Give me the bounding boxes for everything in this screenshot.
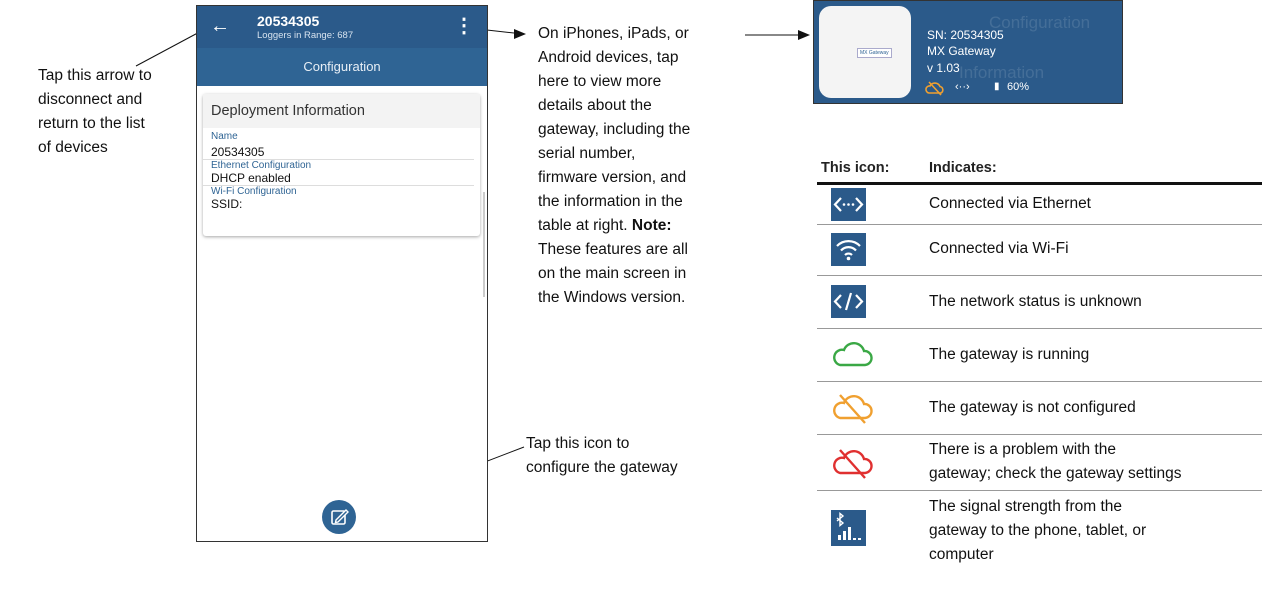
callout-line: These features are all bbox=[538, 241, 688, 258]
note-label: Note: bbox=[631, 217, 672, 234]
row-text: The gateway is running bbox=[929, 346, 1090, 363]
table-row: Connected via Ethernet bbox=[817, 185, 1262, 225]
field-value: SSID: bbox=[211, 197, 243, 211]
callout-line: configure the gateway bbox=[526, 459, 678, 476]
deployment-card: Deployment Information Name 20534305 Eth… bbox=[203, 94, 480, 236]
field-label: Ethernet Configuration bbox=[211, 160, 312, 171]
cloud-orange-slash-icon bbox=[925, 81, 944, 96]
arrow-left-icon[interactable]: ← bbox=[210, 15, 230, 38]
ghost-text: Configuration bbox=[989, 13, 1091, 32]
row-text: The gateway is not configured bbox=[929, 399, 1136, 416]
callout-line: on the main screen in bbox=[538, 265, 687, 282]
app-bar: ← 20534305 Loggers in Range: 687 ⋮ bbox=[197, 6, 487, 48]
loggers-in-range: Loggers in Range: 687 bbox=[257, 30, 354, 41]
callout-line: here to view more bbox=[538, 73, 662, 90]
field-label: Wi-Fi Configuration bbox=[211, 186, 297, 197]
callout-line: table at right. Note: bbox=[538, 214, 690, 238]
signal-icon: ▮ bbox=[994, 81, 1000, 92]
table-row: The signal strength from the gateway to … bbox=[817, 491, 1262, 571]
field-label: Name bbox=[211, 131, 238, 142]
device-title: 20534305 bbox=[257, 13, 320, 29]
callout-line: of devices bbox=[38, 139, 108, 156]
callout-back-arrow: Tap this arrow to disconnect and return … bbox=[38, 64, 152, 160]
firmware-version: v 1.03 bbox=[927, 61, 960, 75]
callout-line: gateway, including the bbox=[538, 121, 691, 138]
row-text: The network status is unknown bbox=[929, 293, 1142, 310]
ghost-text: Information bbox=[959, 63, 1045, 82]
field-value: 20534305 bbox=[203, 142, 474, 160]
callout-line: return to the list bbox=[38, 115, 145, 132]
row-text-line: The signal strength from the bbox=[929, 498, 1122, 515]
table-row: Connected via Wi-Fi bbox=[817, 225, 1262, 276]
tab-configuration[interactable]: Configuration bbox=[197, 48, 487, 86]
bluetooth-signal-icon bbox=[836, 512, 861, 540]
table-row: The network status is unknown bbox=[817, 276, 1262, 329]
callout-text: table at right. bbox=[538, 217, 628, 234]
wifi-icon bbox=[836, 240, 861, 261]
cloud-orange-slash-icon bbox=[833, 394, 873, 424]
scrollbar[interactable] bbox=[483, 192, 485, 297]
row-text-line: gateway to the phone, tablet, or bbox=[929, 522, 1147, 539]
callout-line: the information in the bbox=[538, 193, 683, 210]
table-row: There is a problem with the gateway; che… bbox=[817, 435, 1262, 491]
callout-edit: Tap this icon to configure the gateway bbox=[526, 432, 678, 480]
device-label: MX Gateway bbox=[857, 48, 892, 58]
table-row: The gateway is not configured bbox=[817, 382, 1262, 435]
row-text: There is a problem with the gateway; che… bbox=[929, 438, 1181, 486]
callout-line: details about the bbox=[538, 97, 652, 114]
icon-legend-table: This icon: Indicates: Connected via Ethe… bbox=[817, 158, 1262, 571]
column-header-indicates: Indicates: bbox=[929, 160, 997, 176]
callout-line: the Windows version. bbox=[538, 289, 686, 306]
card-title: Deployment Information bbox=[203, 94, 480, 128]
network-unknown-icon bbox=[833, 292, 864, 311]
cloud-red-slash-icon bbox=[833, 449, 873, 479]
callout-line: Android devices, tap bbox=[538, 49, 679, 66]
ethernet-icon: ‹··› bbox=[955, 81, 970, 93]
signal-strength: 60% bbox=[1007, 81, 1030, 93]
table-header: This icon: Indicates: bbox=[817, 158, 1262, 185]
gateway-banner: Configuration Information MX Gateway SN:… bbox=[813, 0, 1123, 104]
row-text-line: gateway; check the gateway settings bbox=[929, 465, 1182, 482]
row-text-line: There is a problem with the bbox=[929, 441, 1116, 458]
row-text: Connected via Wi-Fi bbox=[929, 240, 1069, 257]
cloud-green-icon bbox=[833, 341, 873, 367]
callout-line: Tap this arrow to bbox=[38, 67, 152, 84]
more-vertical-icon[interactable]: ⋮ bbox=[454, 16, 474, 36]
table-row: The gateway is running bbox=[817, 329, 1262, 382]
gateway-model: MX Gateway bbox=[927, 44, 996, 58]
ethernet-icon bbox=[833, 197, 864, 212]
edit-button[interactable] bbox=[322, 500, 356, 534]
callout-more-menu: On iPhones, iPads, or Android devices, t… bbox=[538, 22, 690, 310]
column-header-icon: This icon: bbox=[821, 160, 890, 176]
gateway-device-image: MX Gateway bbox=[819, 6, 911, 98]
row-text: Connected via Ethernet bbox=[929, 195, 1091, 212]
callout-line: disconnect and bbox=[38, 91, 143, 108]
row-text: The signal strength from the gateway to … bbox=[929, 495, 1146, 567]
callout-line: On iPhones, iPads, or bbox=[538, 25, 689, 42]
row-text-line: computer bbox=[929, 546, 994, 563]
callout-line: firmware version, and bbox=[538, 169, 687, 186]
edit-icon bbox=[331, 509, 349, 525]
callout-line: serial number, bbox=[538, 145, 636, 162]
callout-line: Tap this icon to bbox=[526, 435, 630, 452]
field-value: DHCP enabled bbox=[203, 171, 474, 186]
phone-screen: ← 20534305 Loggers in Range: 687 ⋮ Confi… bbox=[196, 5, 488, 542]
serial-number: SN: 20534305 bbox=[927, 28, 1004, 42]
